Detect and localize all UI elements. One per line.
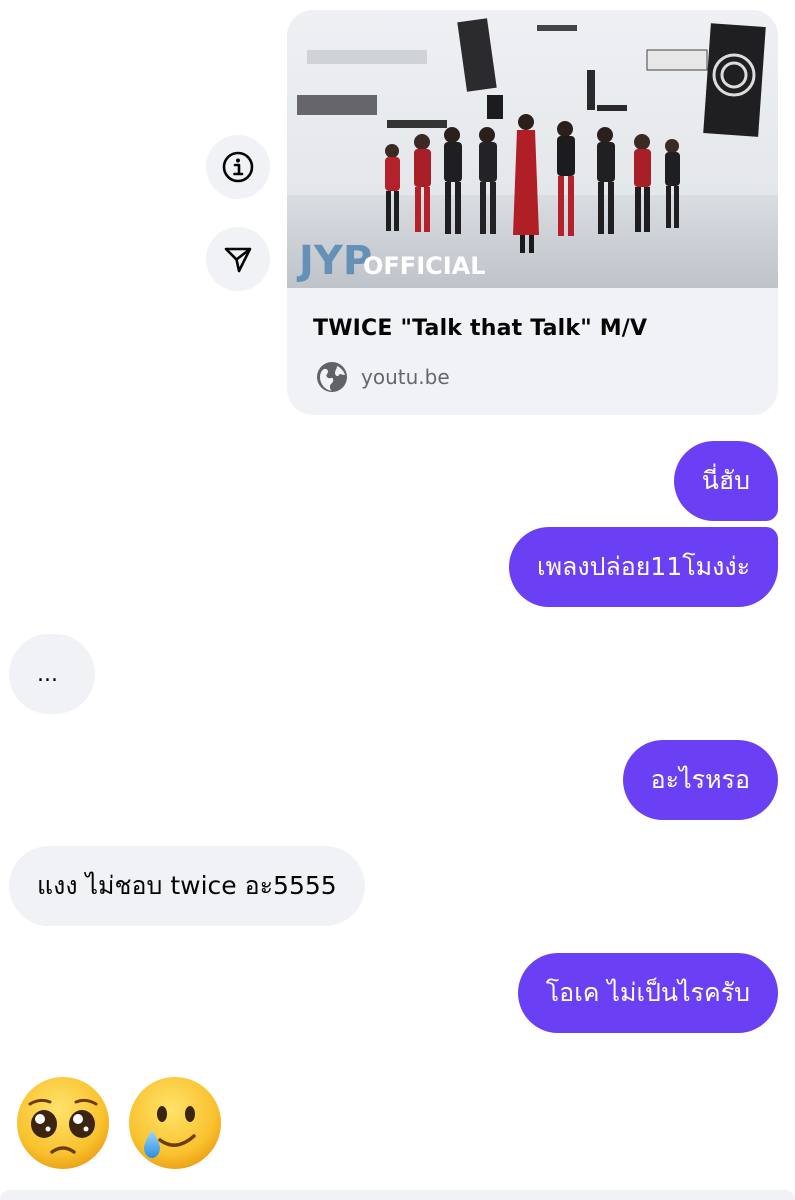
globe-icon [317,362,347,392]
message-text: อะไรหรอ [650,765,750,794]
composer-edge [0,1190,795,1200]
watermark-brand: JYP [296,238,372,284]
link-preview-card[interactable]: JYP OFFICIAL TWICE "Talk that Talk" M/V … [287,10,778,415]
info-icon [222,151,254,183]
video-thumbnail[interactable]: JYP OFFICIAL [287,10,778,288]
incoming-message[interactable]: แงง ไม่ชอบ twice อะ5555 [9,846,365,926]
watermark-label: OFFICIAL [363,252,486,280]
outgoing-message[interactable]: เพลงปล่อย11โมงง่ะ [509,527,778,607]
outgoing-message[interactable]: โอเค ไม่เป็นไรครับ [517,953,778,1033]
send-icon [224,247,252,273]
link-title: TWICE "Talk that Talk" M/V [313,316,648,341]
message-text: โอเค ไม่เป็นไรครับ [545,978,750,1007]
link-domain-row: youtu.be [315,360,450,394]
outgoing-message[interactable]: อะไรหรอ [622,740,778,820]
message-text: นี่ฮับ [701,466,750,495]
incoming-message[interactable]: ... [9,634,95,714]
forward-button[interactable] [206,227,270,291]
link-domain: youtu.be [361,365,450,389]
emoji-message[interactable] [14,1074,224,1172]
message-info-button[interactable] [206,135,270,199]
message-text: ... [37,661,58,687]
message-text: แงง ไม่ชอบ twice อะ5555 [37,871,337,900]
outgoing-message[interactable]: นี่ฮับ [673,441,778,521]
pleading-face-icon [14,1074,112,1172]
smiling-face-with-tear-icon [126,1074,224,1172]
message-text: เพลงปล่อย11โมงง่ะ [537,552,750,581]
